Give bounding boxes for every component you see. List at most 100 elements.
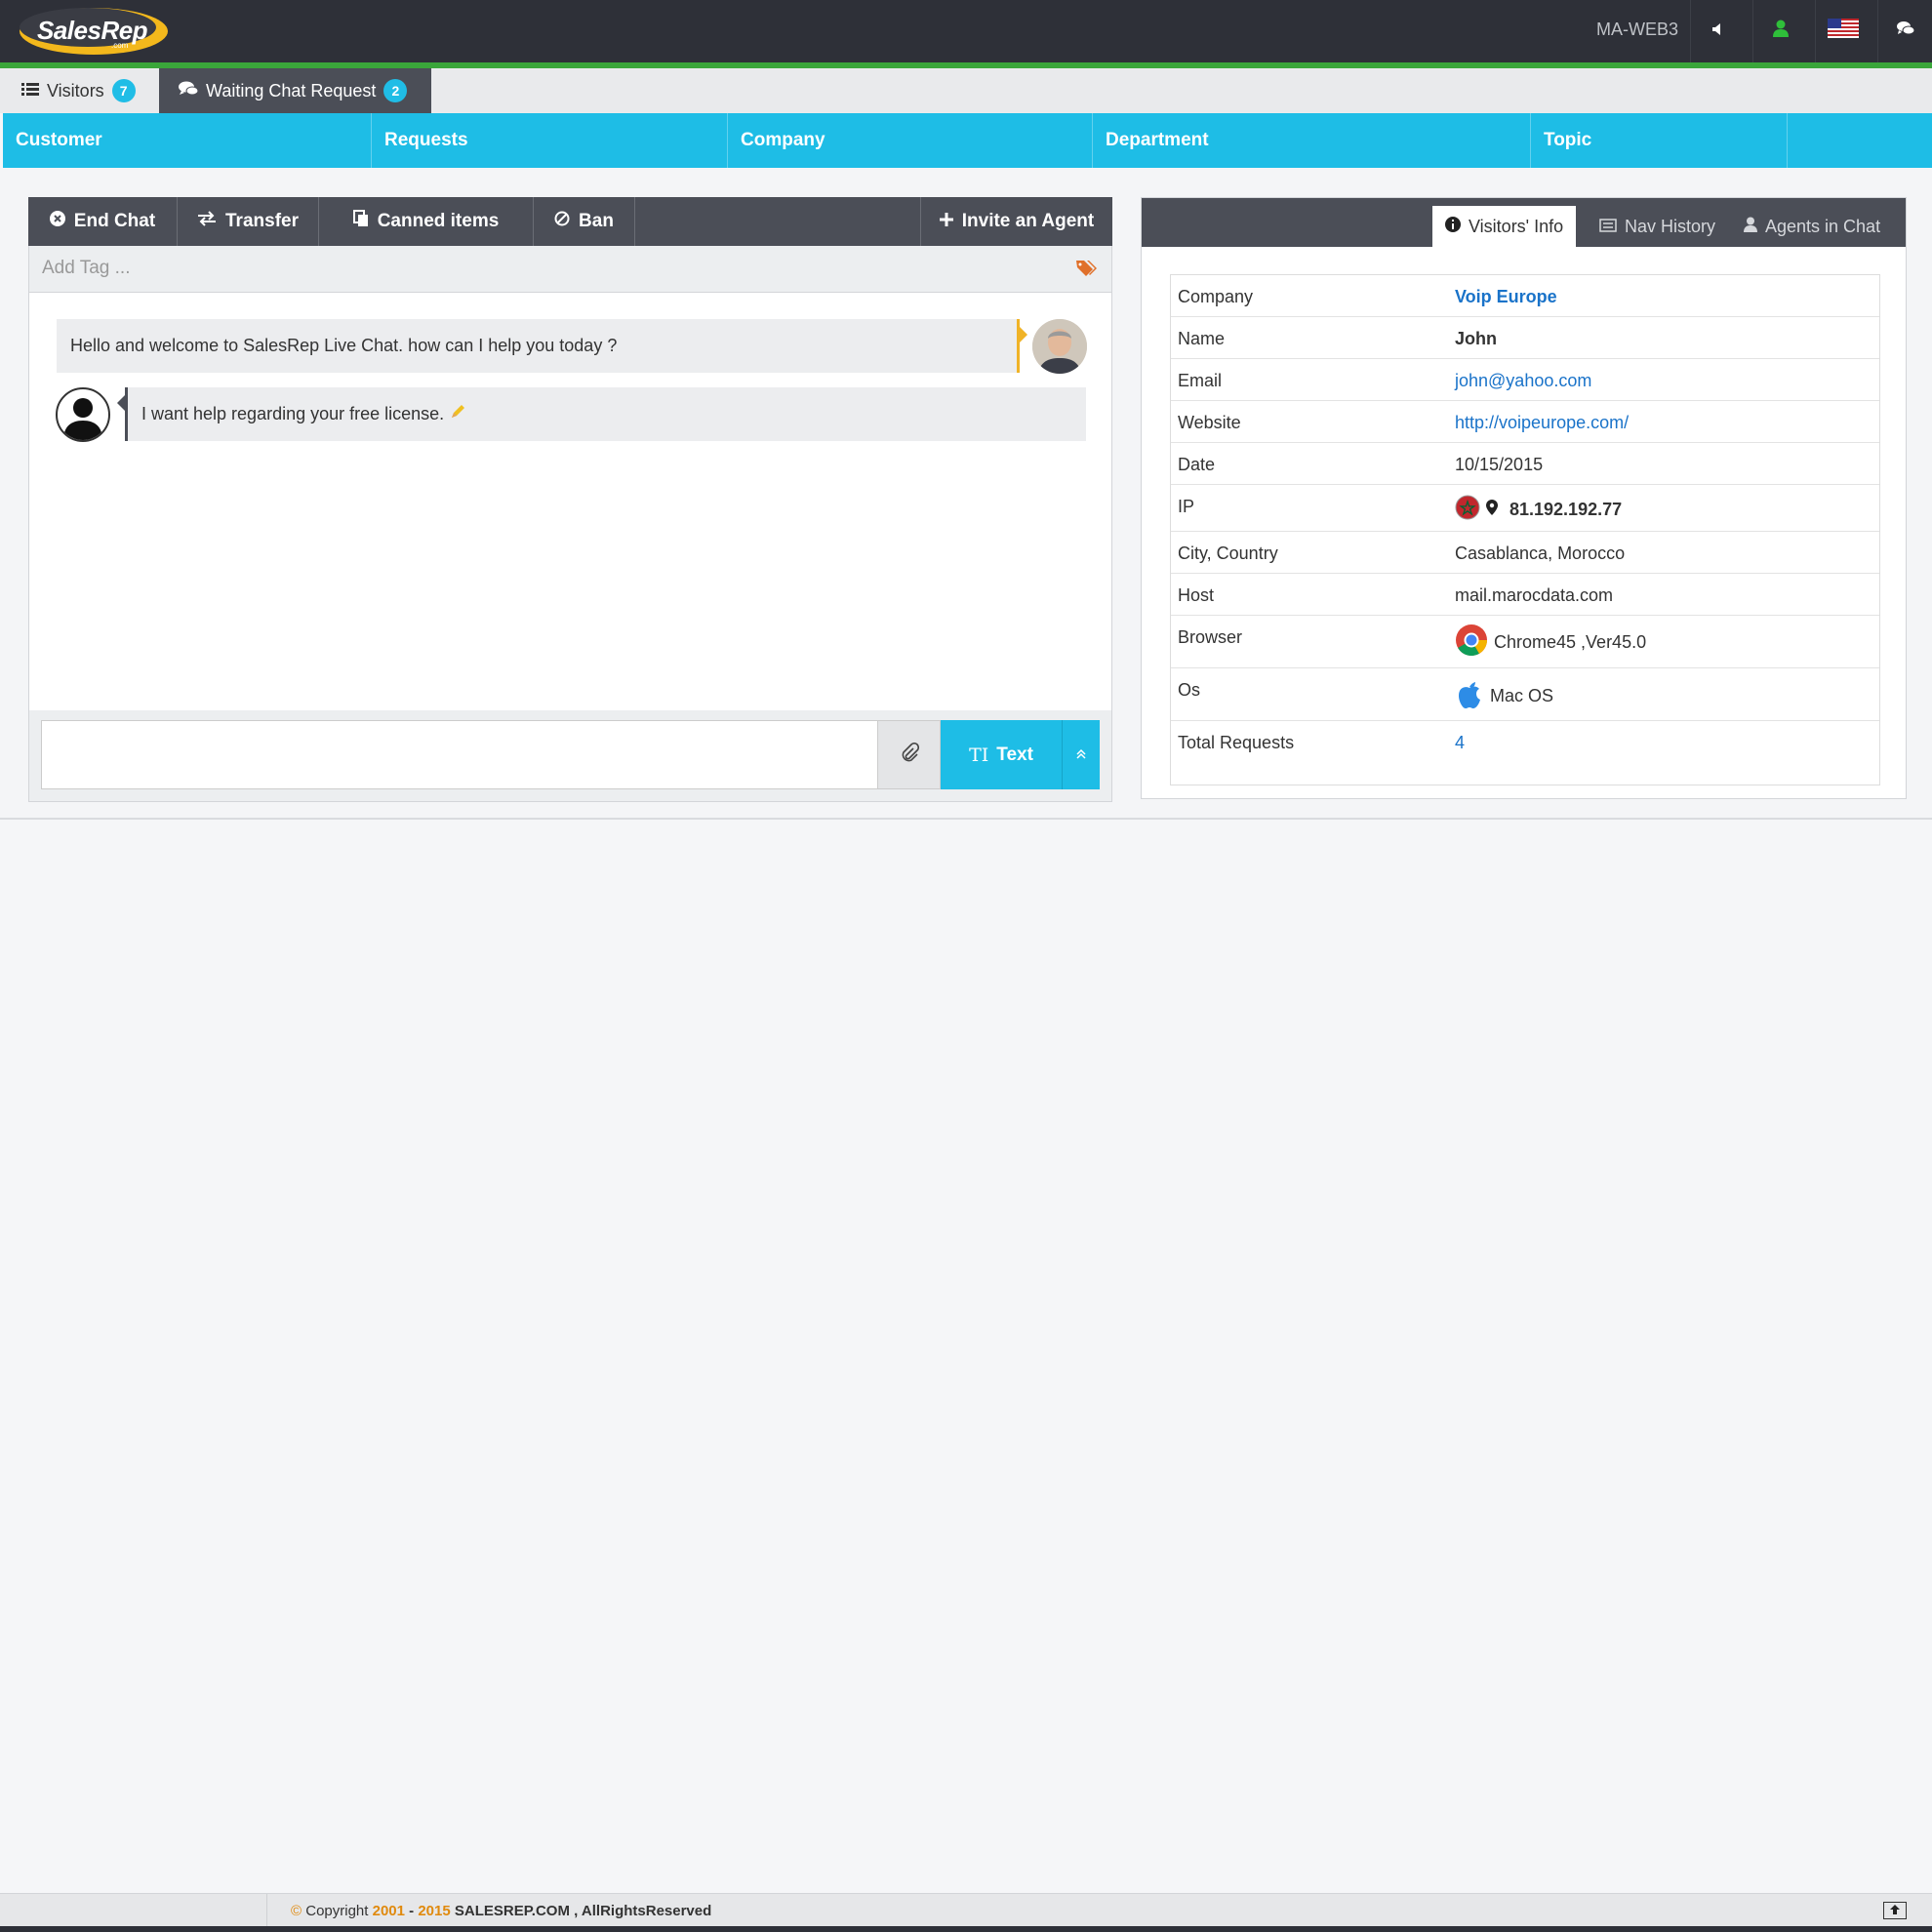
visit-date: 10/15/2015 bbox=[1455, 455, 1544, 474]
footer-bottom-bar bbox=[0, 1926, 1932, 1932]
tab-visitors[interactable]: Visitors 7 bbox=[2, 68, 155, 113]
end-chat-button[interactable]: End Chat bbox=[28, 197, 178, 246]
message-composer: TI Text bbox=[28, 710, 1112, 802]
info-row-city: City, Country Casablanca, Morocco bbox=[1171, 532, 1879, 574]
transfer-arrows-icon bbox=[197, 211, 217, 232]
us-flag-icon bbox=[1827, 19, 1859, 44]
plus-icon bbox=[939, 211, 953, 232]
info-row-website: Website http://voipeurope.com/ bbox=[1171, 401, 1879, 443]
website-link[interactable]: http://voipeurope.com/ bbox=[1455, 413, 1629, 433]
list-alt-icon bbox=[1599, 217, 1617, 237]
canned-items-button[interactable]: Canned items bbox=[319, 197, 534, 246]
visitor-info-panel: Visitors' Info Nav History Agents in Cha… bbox=[1141, 197, 1907, 799]
column-company[interactable]: Company bbox=[728, 113, 1093, 168]
tab-waiting-chat-request[interactable]: Waiting Chat Request 2 bbox=[159, 68, 431, 113]
tab-visitors-info[interactable]: Visitors' Info bbox=[1432, 206, 1577, 247]
info-icon bbox=[1445, 216, 1461, 237]
send-text-button[interactable]: TI Text bbox=[941, 720, 1062, 789]
footer: © Copyright 2001 - 2015 SALESREP.COM , A… bbox=[0, 1893, 1932, 1927]
send-options-toggle[interactable] bbox=[1062, 720, 1100, 789]
ban-button[interactable]: Ban bbox=[534, 197, 635, 246]
info-tabs-bar: Visitors' Info Nav History Agents in Cha… bbox=[1142, 198, 1906, 247]
info-row-host: Host mail.marocdata.com bbox=[1171, 574, 1879, 616]
visitor-name: John bbox=[1455, 329, 1497, 348]
city-country: Casablanca, Morocco bbox=[1455, 543, 1626, 563]
message-pointer bbox=[117, 395, 125, 411]
info-row-os: Os Mac OS bbox=[1171, 668, 1879, 721]
info-row-date: Date 10/15/2015 bbox=[1171, 443, 1879, 485]
chrome-icon bbox=[1455, 624, 1488, 662]
total-requests-link[interactable]: 4 bbox=[1455, 733, 1465, 753]
message-pointer bbox=[1020, 327, 1027, 342]
agent-status-button[interactable] bbox=[1752, 0, 1807, 62]
close-circle-icon bbox=[49, 211, 65, 232]
host-name: mail.marocdata.com bbox=[1455, 585, 1614, 605]
column-customer[interactable]: Customer bbox=[3, 113, 372, 168]
message-text: Hello and welcome to SalesRep Live Chat.… bbox=[70, 336, 618, 355]
ban-icon bbox=[554, 211, 570, 232]
chats-button[interactable] bbox=[1877, 0, 1932, 62]
column-department[interactable]: Department bbox=[1093, 113, 1531, 168]
message-input[interactable] bbox=[41, 720, 878, 789]
language-button[interactable] bbox=[1815, 0, 1870, 62]
invite-agent-button[interactable]: Invite an Agent bbox=[920, 197, 1112, 246]
visitor-message: I want help regarding your free license. bbox=[117, 387, 1086, 441]
column-requests[interactable]: Requests bbox=[372, 113, 728, 168]
user-online-icon bbox=[1772, 20, 1789, 43]
list-icon bbox=[21, 81, 39, 101]
chat-toolbar: End Chat Transfer Canned items Ban Invit… bbox=[28, 197, 1112, 246]
browser-version: Chrome45 ,Ver45.0 bbox=[1494, 632, 1647, 652]
info-row-ip: IP 81.192.192.77 bbox=[1171, 485, 1879, 532]
top-bar: SalesRep .com MA-WEB3 bbox=[0, 0, 1932, 62]
os-name: Mac OS bbox=[1490, 686, 1554, 705]
copyright-text: © Copyright 2001 - 2015 SALESREP.COM , A… bbox=[291, 1903, 712, 1919]
copy-icon bbox=[352, 210, 369, 233]
column-topic[interactable]: Topic bbox=[1531, 113, 1788, 168]
tag-bar: Add Tag ... bbox=[28, 246, 1112, 293]
company-link[interactable]: Voip Europe bbox=[1455, 287, 1557, 307]
footer-left-spacer bbox=[0, 1894, 267, 1927]
agent-avatar bbox=[1032, 319, 1087, 374]
email-link[interactable]: john@yahoo.com bbox=[1455, 371, 1591, 391]
server-name: MA-WEB3 bbox=[1596, 20, 1679, 39]
agent-message: Hello and welcome to SalesRep Live Chat.… bbox=[57, 319, 1027, 373]
info-row-browser: Browser Chrome45 ,Ver45.0 bbox=[1171, 616, 1879, 668]
tab-row: Visitors 7 Waiting Chat Request 2 bbox=[0, 68, 1932, 113]
chevron-up-icon bbox=[1075, 745, 1087, 766]
tab-agents-in-chat[interactable]: Agents in Chat bbox=[1731, 206, 1893, 247]
chat-bubbles-icon bbox=[1896, 20, 1914, 42]
attach-file-button[interactable] bbox=[878, 720, 941, 789]
info-row-total-requests: Total Requests 4 bbox=[1178, 733, 1466, 753]
pencil-icon bbox=[450, 404, 465, 424]
tab-label: Visitors bbox=[47, 80, 104, 101]
info-row-email: Email john@yahoo.com bbox=[1171, 359, 1879, 401]
info-row-name: Name John bbox=[1171, 317, 1879, 359]
visitor-info-table: Company Voip Europe Name John Email john… bbox=[1170, 274, 1880, 785]
chat-transcript: Hello and welcome to SalesRep Live Chat.… bbox=[28, 293, 1112, 710]
salesrep-logo[interactable]: SalesRep .com bbox=[16, 4, 172, 59]
tab-label: Waiting Chat Request bbox=[206, 80, 377, 101]
tags-icon[interactable] bbox=[1075, 260, 1097, 283]
scroll-top-button[interactable] bbox=[1883, 1902, 1907, 1919]
visitor-avatar bbox=[56, 387, 110, 442]
waiting-count-badge: 2 bbox=[383, 79, 408, 102]
map-marker-icon[interactable] bbox=[1486, 500, 1498, 520]
user-icon bbox=[1744, 217, 1757, 237]
visitor-columns-header: Customer Requests Company Department Top… bbox=[3, 113, 1932, 168]
sound-toggle-button[interactable] bbox=[1690, 0, 1745, 62]
info-row-company: Company Voip Europe bbox=[1171, 275, 1879, 317]
tab-nav-history[interactable]: Nav History bbox=[1587, 206, 1728, 247]
speaker-icon bbox=[1711, 20, 1725, 42]
chat-icon bbox=[179, 81, 199, 101]
morocco-flag-icon bbox=[1455, 495, 1480, 525]
ip-address: 81.192.192.77 bbox=[1509, 500, 1623, 519]
message-text: I want help regarding your free license. bbox=[141, 404, 445, 423]
text-format-icon: TI bbox=[969, 744, 989, 766]
transfer-button[interactable]: Transfer bbox=[178, 197, 319, 246]
arrow-up-icon bbox=[1889, 1900, 1901, 1921]
copyright-icon: © bbox=[291, 1903, 302, 1919]
visitors-count-badge: 7 bbox=[111, 79, 136, 102]
apple-icon bbox=[1455, 678, 1484, 714]
add-tag-input[interactable]: Add Tag ... bbox=[42, 258, 131, 279]
paperclip-icon bbox=[900, 742, 919, 768]
